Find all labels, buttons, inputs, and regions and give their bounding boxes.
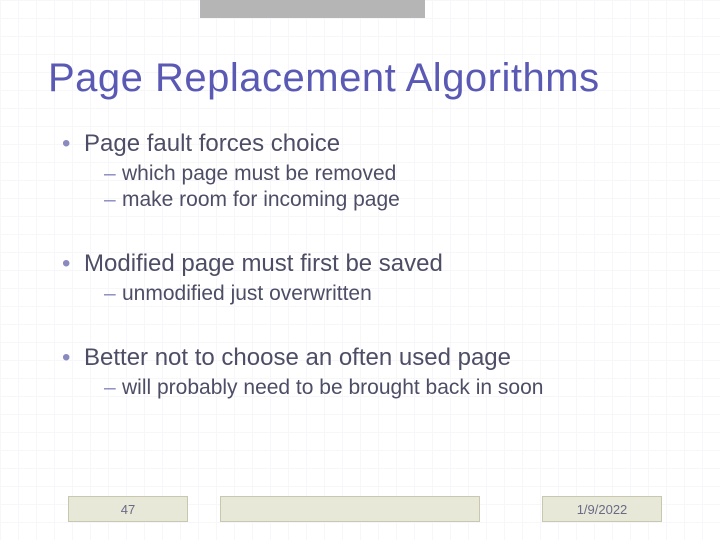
bullet-text: Better not to choose an often used page — [84, 344, 511, 371]
bullet-level2: –make room for incoming page — [104, 188, 680, 212]
top-accent-tab — [200, 0, 425, 18]
subbullet-text: unmodified just overwritten — [122, 282, 372, 305]
slide: Page Replacement Algorithms •Page fault … — [0, 0, 720, 540]
footer-slot-right: 1/9/2022 — [542, 496, 662, 522]
bullet-dash-icon: – — [104, 282, 122, 306]
bullet-level1: •Modified page must first be saved — [62, 250, 680, 278]
bullet-text: Page fault forces choice — [84, 130, 340, 157]
page-number: 47 — [121, 502, 135, 517]
footer-slot-middle — [220, 496, 480, 522]
slide-content: •Page fault forces choice –which page mu… — [62, 118, 680, 400]
subbullet-text: will probably need to be brought back in… — [122, 376, 543, 399]
slide-title: Page Replacement Algorithms — [48, 56, 600, 101]
spacer — [62, 212, 680, 238]
bullet-level2: –unmodified just overwritten — [104, 282, 680, 306]
bullet-dash-icon: – — [104, 376, 122, 400]
bullet-dash-icon: – — [104, 188, 122, 212]
subbullet-text: make room for incoming page — [122, 188, 400, 211]
bullet-level1: •Page fault forces choice — [62, 130, 680, 158]
bullet-dot-icon: • — [62, 344, 84, 372]
bullet-text: Modified page must first be saved — [84, 250, 443, 277]
bullet-level1: •Better not to choose an often used page — [62, 344, 680, 372]
bullet-dot-icon: • — [62, 250, 84, 278]
subbullet-text: which page must be removed — [122, 162, 396, 185]
bullet-dot-icon: • — [62, 130, 84, 158]
bullet-level2: –which page must be removed — [104, 162, 680, 186]
footer-slot-left: 47 — [68, 496, 188, 522]
footer-date: 1/9/2022 — [577, 502, 628, 517]
spacer — [62, 306, 680, 332]
bullet-dash-icon: – — [104, 162, 122, 186]
footer: 47 1/9/2022 — [50, 496, 670, 522]
bullet-level2: –will probably need to be brought back i… — [104, 376, 680, 400]
